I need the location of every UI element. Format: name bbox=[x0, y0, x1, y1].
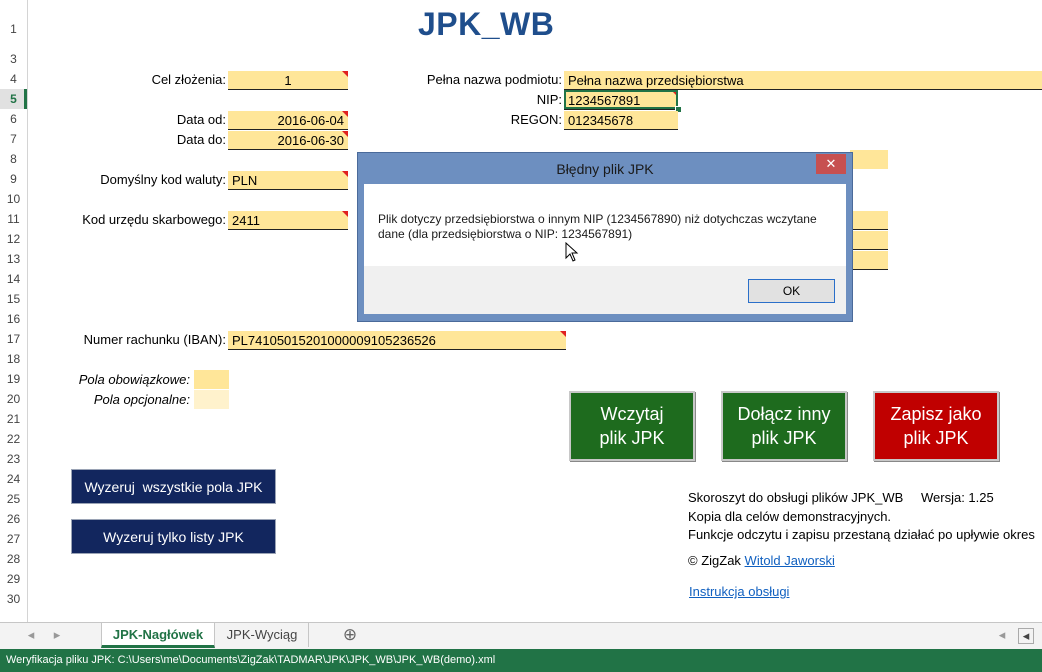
comment-marker bbox=[342, 71, 348, 77]
status-text: Weryfikacja pliku JPK: C:\Users\me\Docum… bbox=[6, 654, 496, 666]
copyright: © ZigZak Witold Jaworski bbox=[688, 553, 835, 568]
dialog-message-area: Plik dotyczy przedsiębiorstwa o innym NI… bbox=[364, 184, 846, 266]
reset-all-button[interactable]: Wyzeruj wszystkie pola JPK bbox=[71, 469, 276, 504]
row-number[interactable]: 21 bbox=[0, 409, 27, 429]
waluta-label: Domyślny kod waluty: bbox=[100, 172, 226, 187]
row-number[interactable]: 15 bbox=[0, 289, 27, 309]
hidden-field[interactable] bbox=[850, 211, 888, 230]
append-jpk-button[interactable]: Dołącz inny plik JPK bbox=[721, 391, 847, 461]
page-title: JPK_WB bbox=[418, 6, 555, 42]
row-number[interactable]: 26 bbox=[0, 509, 27, 529]
nip-label: NIP: bbox=[536, 92, 562, 107]
expiry-note: Funkcje odczytu i zapisu przestaną dział… bbox=[688, 527, 1035, 542]
cel-label: Cel złożenia: bbox=[151, 72, 226, 87]
save-jpk-button[interactable]: Zapisz jako plik JPK bbox=[873, 391, 999, 461]
demo-copy-note: Kopia dla celów demonstracyjnych. bbox=[688, 509, 892, 524]
row-number[interactable]: 6 bbox=[0, 109, 27, 129]
row-number[interactable]: 12 bbox=[0, 229, 27, 249]
hidden-field[interactable] bbox=[850, 251, 888, 270]
row-number[interactable]: 3 bbox=[0, 49, 27, 69]
tab-scroll-prev-icon[interactable]: ◂ bbox=[24, 623, 38, 647]
hscroll-left-button-icon[interactable]: ◂ bbox=[1018, 628, 1034, 644]
author-link[interactable]: Witold Jaworski bbox=[745, 553, 835, 568]
row-number[interactable]: 11 bbox=[0, 209, 27, 229]
dialog-body: Plik dotyczy przedsiębiorstwa o innym NI… bbox=[364, 184, 846, 314]
selected-cell-outline bbox=[564, 90, 678, 109]
data-od-cell[interactable]: 2016-06-04 bbox=[228, 111, 348, 130]
row-number[interactable]: 27 bbox=[0, 529, 27, 549]
row-number[interactable]: 29 bbox=[0, 569, 27, 589]
row-number[interactable]: 9 bbox=[0, 169, 27, 189]
comment-marker bbox=[342, 171, 348, 177]
close-icon[interactable]: ✕ bbox=[816, 154, 846, 174]
active-row-indicator bbox=[24, 89, 27, 109]
optional-swatch bbox=[194, 390, 229, 409]
optional-legend-label: Pola opcjonalne: bbox=[93, 392, 190, 407]
iban-cell[interactable]: PL74105015201000009105236526 bbox=[228, 331, 566, 350]
row-number[interactable]: 13 bbox=[0, 249, 27, 269]
nazwa-cell[interactable]: Pełna nazwa przedsiębiorstwa bbox=[564, 71, 1042, 90]
waluta-cell[interactable]: PLN bbox=[228, 171, 348, 190]
required-swatch bbox=[194, 370, 229, 389]
row-number[interactable]: 23 bbox=[0, 449, 27, 469]
row-number[interactable]: 25 bbox=[0, 489, 27, 509]
tab-scroll-next-icon[interactable]: ▸ bbox=[50, 623, 64, 647]
row-number[interactable]: 19 bbox=[0, 369, 27, 389]
error-dialog: Błędny plik JPK ✕ Plik dotyczy przedsięb… bbox=[357, 152, 853, 322]
mouse-cursor-icon bbox=[565, 242, 579, 262]
data-od-label: Data od: bbox=[176, 112, 226, 127]
dialog-title: Błędny plik JPK bbox=[556, 161, 654, 177]
cel-cell[interactable]: 1 bbox=[228, 71, 348, 90]
comment-marker bbox=[560, 331, 566, 337]
comment-marker bbox=[342, 131, 348, 137]
row-number[interactable]: 30 bbox=[0, 589, 27, 609]
ok-button[interactable]: OK bbox=[748, 279, 835, 303]
workbook-description: Skoroszyt do obsługi plików JPK_WB bbox=[688, 490, 904, 505]
comment-marker bbox=[342, 211, 348, 217]
nazwa-label: Pełna nazwa podmiotu: bbox=[426, 72, 562, 87]
row-number[interactable]: 14 bbox=[0, 269, 27, 289]
tab-jpk-naglowek[interactable]: JPK-Nagłówek bbox=[101, 623, 215, 648]
tab-jpk-wyciag[interactable]: JPK-Wyciąg bbox=[216, 623, 309, 647]
iban-label: Numer rachunku (IBAN): bbox=[83, 332, 226, 347]
row-number[interactable]: 24 bbox=[0, 469, 27, 489]
data-do-label: Data do: bbox=[176, 132, 226, 147]
hidden-field[interactable] bbox=[850, 150, 888, 169]
row-number[interactable]: 8 bbox=[0, 149, 27, 169]
row-number[interactable]: 10 bbox=[0, 189, 27, 209]
row-number[interactable]: 16 bbox=[0, 309, 27, 329]
row-number[interactable]: 28 bbox=[0, 549, 27, 569]
add-sheet-icon[interactable]: ⊕ bbox=[338, 623, 362, 647]
row-number[interactable]: 18 bbox=[0, 349, 27, 369]
regon-label: REGON: bbox=[510, 112, 562, 127]
row-number[interactable]: 22 bbox=[0, 429, 27, 449]
comment-marker bbox=[342, 111, 348, 117]
row-number[interactable]: 1 bbox=[0, 19, 27, 39]
load-jpk-button[interactable]: Wczytaj plik JPK bbox=[569, 391, 695, 461]
version-label: Wersja: 1.25 bbox=[921, 490, 994, 505]
hidden-field[interactable] bbox=[850, 231, 888, 250]
required-legend-label: Pola obowiązkowe: bbox=[78, 372, 190, 387]
urzad-label: Kod urzędu skarbowego: bbox=[82, 212, 226, 227]
data-do-cell[interactable]: 2016-06-30 bbox=[228, 131, 348, 150]
row-number[interactable]: 20 bbox=[0, 389, 27, 409]
row-number[interactable]: 4 bbox=[0, 69, 27, 89]
sheet-tab-bar: ◂ ▸ JPK-Nagłówek JPK-Wyciąg ⊕ ◂ ◂ bbox=[0, 622, 1042, 650]
urzad-cell[interactable]: 2411 bbox=[228, 211, 348, 230]
regon-cell[interactable]: 012345678 bbox=[564, 111, 678, 130]
row-number[interactable]: 5 bbox=[0, 89, 27, 109]
dialog-message: Plik dotyczy przedsiębiorstwa o innym NI… bbox=[378, 212, 817, 241]
reset-lists-button[interactable]: Wyzeruj tylko listy JPK bbox=[71, 519, 276, 554]
row-number[interactable]: 7 bbox=[0, 129, 27, 149]
row-number[interactable]: 17 bbox=[0, 329, 27, 349]
hscroll-left-icon[interactable]: ◂ bbox=[995, 623, 1009, 647]
manual-link[interactable]: Instrukcja obsługi bbox=[689, 584, 789, 599]
status-bar: Weryfikacja pliku JPK: C:\Users\me\Docum… bbox=[0, 649, 1042, 672]
